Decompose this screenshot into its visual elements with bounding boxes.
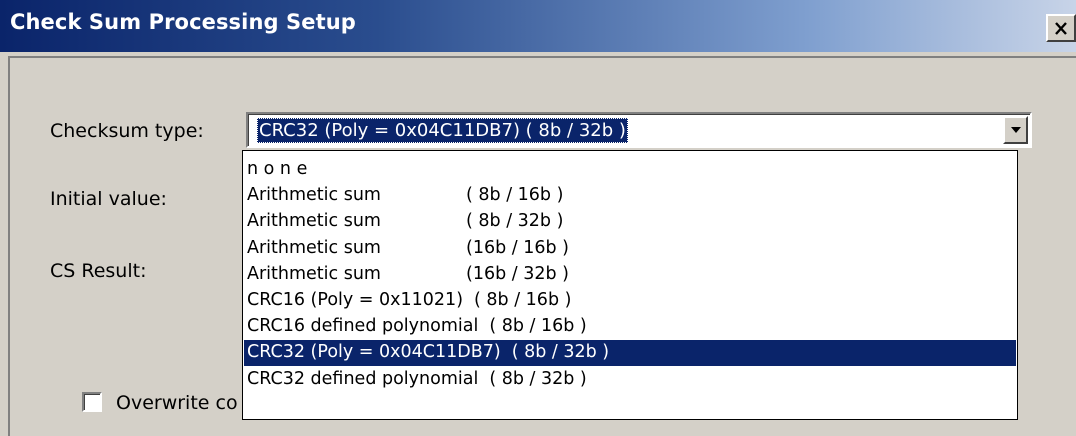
overwrite-checkbox[interactable] [82, 392, 102, 412]
option-name: CRC32 defined polynomial [247, 368, 479, 389]
checksum-type-label: Checksum type: [50, 120, 204, 142]
cs-result-label: CS Result: [50, 260, 147, 282]
option-name: CRC16 defined polynomial [247, 316, 479, 337]
dropdown-option[interactable]: n o n e [244, 157, 1016, 183]
dropdown-option[interactable]: Arithmetic sum ( 8b / 32b ) [244, 209, 1016, 235]
option-bit-width: (16b / 16b ) [466, 237, 569, 258]
dropdown-button[interactable] [1003, 116, 1028, 144]
option-name: CRC32 (Poly = 0x04C11DB7) [247, 342, 501, 363]
dropdown-option[interactable]: Arithmetic sum (16b / 32b ) [244, 262, 1016, 288]
option-bit-width: ( 8b / 32b ) [466, 211, 564, 232]
dropdown-option[interactable]: CRC16 defined polynomial ( 8b / 16b ) [244, 314, 1016, 340]
option-bit-width: ( 8b / 16b ) [466, 185, 564, 206]
close-button[interactable] [1046, 14, 1076, 42]
option-bit-width: ( 8b / 16b ) [489, 316, 587, 337]
option-name: Arithmetic sum [247, 237, 381, 258]
checksum-type-dropdown-list[interactable]: n o n e Arithmetic sum( 8b / 16b ) Arithme… [242, 150, 1018, 420]
option-bit-width: ( 8b / 32b ) [511, 342, 610, 363]
dropdown-option[interactable]: Arithmetic sum (16b / 16b ) [244, 236, 1016, 262]
option-name: Arithmetic sum [247, 211, 381, 232]
chevron-down-icon [1010, 127, 1021, 133]
close-icon [1055, 21, 1067, 35]
dropdown-option[interactable]: Arithmetic sum ( 8b / 16b ) [244, 183, 1016, 209]
option-name: Arithmetic sum [247, 263, 381, 284]
dropdown-option[interactable]: CRC16 (Poly = 0x11021) ( 8b / 16b ) [244, 288, 1016, 314]
overwrite-label: Overwrite co [116, 392, 238, 414]
checksum-type-value: CRC32 (Poly = 0x04C11DB7) ( 8b / 32b ) [257, 118, 628, 143]
initial-value-label: Initial value: [50, 188, 167, 210]
dropdown-option[interactable]: CRC32 (Poly = 0x04C11DB7) ( 8b / 32b ) [244, 340, 1016, 367]
option-name: n o n e [247, 159, 308, 179]
option-name: CRC16 (Poly = 0x11021) [247, 290, 464, 310]
window-title: Check Sum Processing Setup [10, 10, 356, 34]
option-bit-width: ( 8b / 32b ) [489, 368, 587, 389]
checksum-dialog: Check Sum Processing Setup Checksum type… [0, 0, 1076, 436]
checksum-type-select[interactable]: CRC32 (Poly = 0x04C11DB7) ( 8b / 32b ) [246, 112, 1032, 148]
option-name: Arithmetic sum [247, 185, 381, 206]
dropdown-option[interactable]: CRC32 defined polynomial ( 8b / 32b ) [244, 367, 1016, 393]
option-bit-width: (16b / 32b ) [466, 263, 569, 284]
title-bar[interactable]: Check Sum Processing Setup [0, 0, 1076, 52]
option-bit-width: ( 8b / 16b ) [474, 290, 572, 310]
